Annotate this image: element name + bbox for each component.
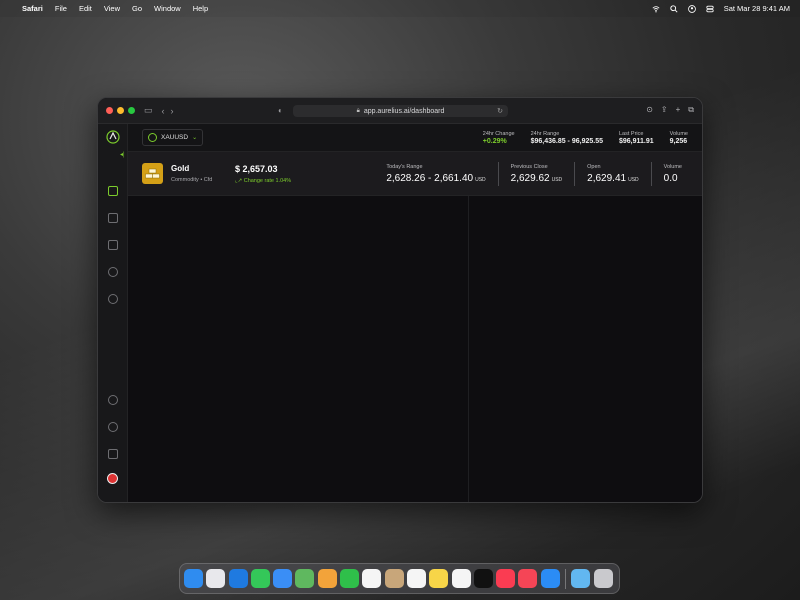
app-container: ◂| XAUUSD ⌄ 24hr Change +0.29% 24hr Rang…	[98, 124, 702, 502]
signals-nav-icon[interactable]	[108, 267, 118, 277]
back-icon[interactable]: ‹	[162, 106, 165, 116]
symbol-icon	[148, 133, 157, 142]
portfolio-nav-icon[interactable]	[108, 213, 118, 223]
reload-icon[interactable]: ↻	[497, 107, 503, 115]
minimize-window-button[interactable]	[117, 107, 124, 114]
freeform-icon[interactable]	[451, 569, 471, 588]
menu-file[interactable]: File	[55, 4, 67, 13]
todays-range: Today's Range 2,628.26 - 2,661.40 USD	[386, 163, 486, 184]
menu-app-name[interactable]: Safari	[22, 4, 43, 13]
close-window-button[interactable]	[106, 107, 113, 114]
stat-24hr-change: 24hr Change +0.29%	[482, 130, 515, 145]
browser-window: ▭ ‹ › ◐ 🔒︎ app.aurelius.ai/dashboard ↻ ⊙…	[97, 97, 703, 503]
wifi-icon[interactable]	[652, 5, 660, 13]
contacts-icon[interactable]	[384, 569, 404, 588]
menu-go[interactable]: Go	[132, 4, 142, 13]
maps-icon[interactable]	[295, 569, 315, 588]
symbol-label: XAUUSD	[161, 134, 189, 141]
search-icon[interactable]	[670, 4, 678, 13]
asset-volume: Volume 0.0	[650, 161, 702, 186]
ticker-bar: XAUUSD ⌄ 24hr Change +0.29% 24hr Range $…	[128, 124, 702, 152]
asset-price-block: $ 2,657.03 ⌞↗ Change rate 1.04%	[235, 164, 355, 184]
share-icon[interactable]: ⇪	[661, 105, 668, 115]
notes-icon[interactable]	[429, 569, 449, 588]
stat-volume: Volume 9,256	[669, 130, 688, 145]
menu-edit[interactable]: Edit	[79, 4, 92, 13]
address-bar[interactable]: 🔒︎ app.aurelius.ai/dashboard ↻	[293, 105, 508, 117]
messages-icon[interactable]	[250, 569, 270, 588]
ticker-stats: 24hr Change +0.29% 24hr Range $96,436.85…	[483, 131, 688, 145]
chevron-down-icon: ⌄	[192, 135, 198, 141]
finder-icon[interactable]	[184, 569, 203, 588]
new-tab-icon[interactable]: +	[676, 105, 681, 115]
app-logo-icon[interactable]	[106, 130, 120, 144]
app-sidebar: ◂|	[98, 124, 128, 502]
explore-nav-icon[interactable]	[108, 294, 118, 304]
menu-help[interactable]: Help	[193, 4, 208, 13]
save-icon[interactable]	[108, 449, 118, 459]
gold-bars-icon	[142, 163, 163, 184]
reminders-icon[interactable]	[406, 569, 426, 588]
safari-icon[interactable]	[228, 569, 248, 588]
downloads-folder-icon[interactable]	[571, 569, 591, 588]
collapse-sidebar-icon[interactable]: ◂|	[120, 151, 125, 158]
user-avatar[interactable]	[107, 473, 118, 484]
sidebar-toggle-icon[interactable]: ▭	[144, 105, 153, 116]
dock	[179, 563, 620, 594]
news-icon[interactable]	[518, 569, 538, 588]
asset-name-block: Gold Commodity • Cfd	[171, 164, 231, 183]
zoom-window-button[interactable]	[128, 107, 135, 114]
window-controls	[106, 107, 135, 114]
asset-name: Gold	[171, 164, 190, 173]
tv-icon[interactable]	[473, 569, 493, 588]
app-store-icon[interactable]	[540, 569, 560, 588]
user-icon[interactable]	[687, 4, 696, 13]
dock-separator	[565, 568, 567, 589]
asset-metrics: Today's Range 2,628.26 - 2,661.40 USD Pre…	[374, 161, 702, 186]
asset-summary: Gold Commodity • Cfd $ 2,657.03 ⌞↗ Chang…	[128, 152, 702, 196]
panel-divider	[468, 196, 469, 502]
forward-icon[interactable]: ›	[171, 106, 174, 116]
tab-overview-icon[interactable]: ⧉	[688, 105, 694, 115]
download-icon[interactable]: ⊙	[646, 105, 653, 115]
address-url: app.aurelius.ai/dashboard	[363, 107, 445, 115]
stat-24hr-range: 24hr Range $96,436.85 - 96,925.55	[530, 130, 603, 145]
menu-datetime[interactable]: Sat Mar 28 9:41 AM	[724, 4, 790, 13]
photos-icon[interactable]	[317, 569, 337, 588]
music-icon[interactable]	[496, 569, 516, 588]
mail-icon[interactable]	[273, 569, 293, 588]
previous-close: Previous Close 2,629.62 USD	[497, 161, 575, 186]
asset-price: $ 2,657.03	[235, 163, 278, 174]
stat-last-price: Last Price $96,911.91	[618, 130, 654, 145]
trend-chart-icon: ⌞↗	[235, 177, 243, 184]
notifications-bell-icon[interactable]	[108, 422, 118, 432]
settings-gear-icon[interactable]	[108, 395, 118, 405]
open-price: Open 2,629.41 USD	[574, 161, 651, 186]
asset-category: Commodity • Cfd	[171, 177, 213, 183]
privacy-shield-icon[interactable]: ◐	[278, 106, 283, 115]
dashboard-nav-icon[interactable]	[108, 186, 118, 196]
launchpad-icon[interactable]	[206, 569, 226, 588]
menu-window[interactable]: Window	[154, 4, 181, 13]
facetime-icon[interactable]	[340, 569, 360, 588]
symbol-selector[interactable]: XAUUSD ⌄	[142, 129, 204, 146]
menu-bar: Safari File Edit View Go Window Help Sat…	[0, 0, 800, 17]
asset-change-rate: ⌞↗ Change rate 1.04%	[235, 177, 292, 184]
menu-view[interactable]: View	[104, 4, 120, 13]
browser-toolbar: ▭ ‹ › ◐ 🔒︎ app.aurelius.ai/dashboard ↻ ⊙…	[98, 98, 702, 124]
calendar-icon[interactable]	[362, 569, 382, 588]
dashboard-main: XAUUSD ⌄ 24hr Change +0.29% 24hr Range $…	[128, 124, 702, 502]
control-center-icon[interactable]	[706, 5, 714, 13]
trash-icon[interactable]	[593, 569, 613, 588]
documents-nav-icon[interactable]	[108, 240, 118, 250]
lock-icon: 🔒︎	[356, 107, 360, 114]
